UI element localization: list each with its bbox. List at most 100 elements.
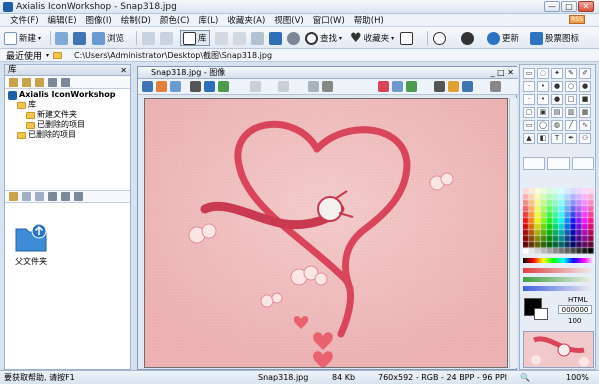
image-tool-icon[interactable] xyxy=(156,81,167,92)
tree-item-deleted-root[interactable]: 已删除的项目 xyxy=(8,130,127,140)
zoom-out-icon[interactable]: 🔍 xyxy=(520,371,530,384)
settings-icon[interactable] xyxy=(287,32,300,45)
document-window-controls[interactable]: _ □ ✕ xyxy=(491,67,514,79)
color-tab[interactable] xyxy=(547,157,570,170)
square-tool-icon[interactable]: ▣ xyxy=(537,107,549,118)
fill-tool-icon[interactable]: ◍ xyxy=(551,120,563,131)
image-tool-icon[interactable] xyxy=(170,81,181,92)
menu-favorites[interactable]: 收藏夹(A) xyxy=(227,14,265,26)
icon-packs-button[interactable]: 股票图标 xyxy=(530,30,579,46)
up-folder-icon[interactable] xyxy=(9,192,18,201)
secondary-color-swatch[interactable] xyxy=(534,308,548,320)
square-tool-icon[interactable]: ▢ xyxy=(523,107,535,118)
recent-dropdown-icon[interactable]: ▾ xyxy=(46,52,49,59)
find-button[interactable]: 查找 ▾ xyxy=(305,30,342,46)
redo-icon[interactable] xyxy=(160,32,173,45)
properties-icon[interactable] xyxy=(61,77,70,87)
image-tool-icon[interactable] xyxy=(308,81,319,92)
image-tool-icon[interactable] xyxy=(448,81,459,92)
image-tool-icon[interactable] xyxy=(406,81,417,92)
pencil-tool-icon[interactable]: ✎ xyxy=(565,68,577,79)
alpha-value[interactable]: 100 xyxy=(568,317,581,325)
ellipse-tool-icon[interactable]: ◯ xyxy=(537,120,549,131)
gradient-tool-icon[interactable]: ◧ xyxy=(537,133,549,144)
windows-icon[interactable] xyxy=(269,32,282,45)
green-slider[interactable] xyxy=(523,277,594,282)
hex-input[interactable]: 000000 xyxy=(558,305,592,314)
library-close-button[interactable]: ✕ xyxy=(120,65,127,76)
menu-edit[interactable]: 编辑(E) xyxy=(48,14,77,26)
image-tool-icon[interactable] xyxy=(278,81,289,92)
open-library-icon[interactable] xyxy=(22,77,31,87)
image-tool-icon[interactable] xyxy=(142,81,153,92)
color-tab[interactable] xyxy=(523,157,546,170)
eyedropper-tool-icon[interactable]: ✒ xyxy=(565,133,577,144)
blue-slider[interactable] xyxy=(523,286,594,291)
paste-icon[interactable] xyxy=(251,32,264,45)
new-folder-icon[interactable] xyxy=(35,77,44,87)
minimize-button[interactable]: — xyxy=(544,1,560,12)
color-palette[interactable] xyxy=(523,188,594,254)
image-tool-icon[interactable] xyxy=(204,81,215,92)
favorites-button[interactable]: ♥ 收藏夹 ▾ xyxy=(350,30,394,46)
lasso-tool-icon[interactable]: ◌ xyxy=(537,68,549,79)
menu-help[interactable]: 帮助(H) xyxy=(354,14,384,26)
document-tab[interactable]: Snap318.jpg - 图像 _ □ ✕ xyxy=(138,67,518,79)
open-icon[interactable] xyxy=(55,32,68,45)
image-tool-icon[interactable] xyxy=(462,81,473,92)
globe-icon[interactable] xyxy=(433,32,446,45)
square-tool-icon[interactable]: ▥ xyxy=(565,107,577,118)
image-tool-icon[interactable] xyxy=(218,81,229,92)
hue-slider[interactable] xyxy=(523,258,594,263)
tree-item-library[interactable]: 库 xyxy=(8,100,127,110)
sort-icon[interactable] xyxy=(61,192,70,201)
delete-icon[interactable] xyxy=(48,77,57,87)
paste-icon[interactable] xyxy=(35,192,44,201)
image-tool-icon[interactable] xyxy=(392,81,403,92)
square-fill-tool-icon[interactable]: ■ xyxy=(579,94,591,105)
square-tool-icon[interactable]: □ xyxy=(565,94,577,105)
image-tool-icon[interactable] xyxy=(378,81,389,92)
text-tool-icon[interactable]: T xyxy=(551,133,563,144)
dot-tool-icon[interactable]: · xyxy=(523,81,535,92)
image-tool-icon[interactable] xyxy=(434,81,445,92)
square-tool-icon[interactable]: ▤ xyxy=(551,107,563,118)
marquee-tool-icon[interactable]: ▭ xyxy=(523,68,535,79)
parent-folder-item[interactable]: 父文件夹 xyxy=(11,223,51,267)
curve-tool-icon[interactable]: ∿ xyxy=(579,120,591,131)
image-tool-icon[interactable] xyxy=(322,81,333,92)
image-tool-icon[interactable] xyxy=(190,81,201,92)
copy-icon[interactable] xyxy=(233,32,246,45)
browse-button[interactable]: 浏览 xyxy=(92,30,124,46)
copy-icon[interactable] xyxy=(22,192,31,201)
red-slider[interactable] xyxy=(523,268,594,273)
new-library-icon[interactable] xyxy=(9,77,18,87)
brush-tool-icon[interactable]: ✐ xyxy=(579,68,591,79)
square-tool-icon[interactable]: ▦ xyxy=(579,107,591,118)
recent-path[interactable]: C:\Users\Administrator\Desktop\截图\Snap31… xyxy=(74,50,272,61)
dot-tool-icon[interactable]: · xyxy=(523,94,535,105)
color-tab[interactable] xyxy=(571,157,594,170)
wand-tool-icon[interactable]: ✦ xyxy=(551,68,563,79)
navigator-preview[interactable] xyxy=(523,331,594,368)
menu-color[interactable]: 颜色(C) xyxy=(160,14,190,26)
circle-fill-tool-icon[interactable]: ● xyxy=(579,81,591,92)
view-icon[interactable] xyxy=(74,192,83,201)
image-tool-icon[interactable] xyxy=(490,81,501,92)
dot-tool-icon[interactable]: • xyxy=(537,81,549,92)
tree-item-new-folder[interactable]: 新建文件夹 xyxy=(8,110,127,120)
undo-icon[interactable] xyxy=(142,32,155,45)
stamp-tool-icon[interactable]: ⚇ xyxy=(579,133,591,144)
close-button[interactable]: ✕ xyxy=(578,1,594,12)
dot-tool-icon[interactable]: ● xyxy=(551,94,563,105)
line-tool-icon[interactable]: ╱ xyxy=(565,120,577,131)
vertical-scrollbar[interactable] xyxy=(509,98,517,368)
library-toggle-button[interactable]: 库 xyxy=(180,30,210,46)
rect-tool-icon[interactable]: ▭ xyxy=(523,120,535,131)
help-icon[interactable] xyxy=(461,32,474,45)
dot-tool-icon[interactable]: • xyxy=(537,94,549,105)
rss-button[interactable]: RSS xyxy=(569,15,585,24)
menu-view[interactable]: 视图(V) xyxy=(274,14,303,26)
image-tool-icon[interactable] xyxy=(250,81,261,92)
circle-tool-icon[interactable]: ○ xyxy=(565,81,577,92)
